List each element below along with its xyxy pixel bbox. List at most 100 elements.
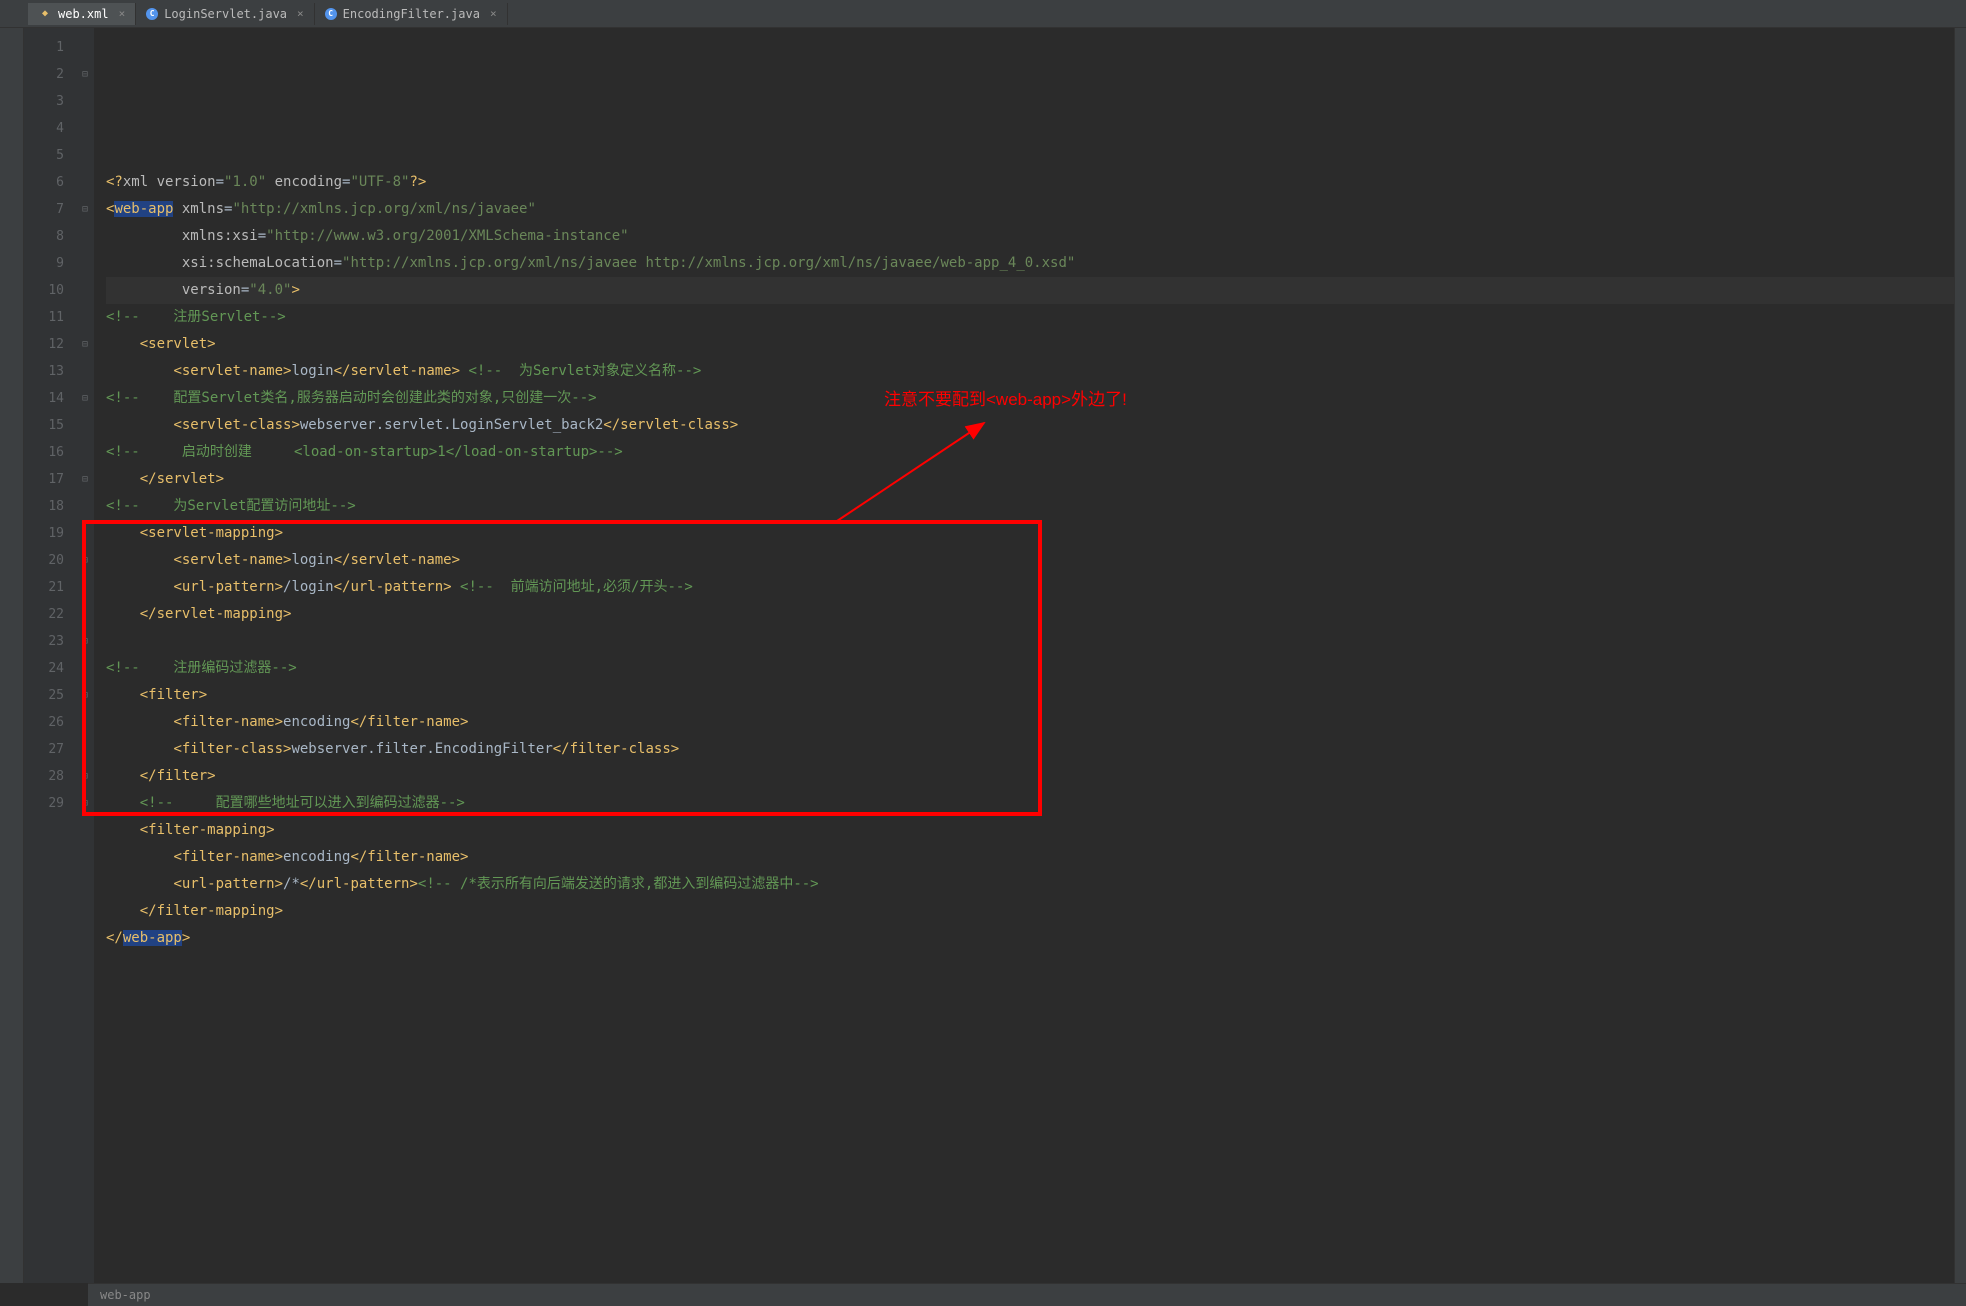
code-line[interactable]: </filter-mapping> [106,898,1954,925]
line-number: 13 [30,358,64,385]
line-number: 19 [30,520,64,547]
close-icon[interactable]: × [297,7,304,20]
fold-icon [76,601,94,628]
code-line[interactable]: xsi:schemaLocation="http://xmlns.jcp.org… [106,250,1954,277]
tab-web-xml[interactable]: ◆web.xml× [28,3,136,25]
line-number: 3 [30,88,64,115]
fold-icon [76,709,94,736]
fold-icon[interactable]: ⊟ [76,682,94,709]
fold-icon[interactable]: ⊟ [76,628,94,655]
code-line[interactable] [106,952,1954,979]
fold-icon[interactable]: ⊟ [76,331,94,358]
code-line[interactable]: <servlet> [106,331,1954,358]
tab-LoginServlet-java[interactable]: CLoginServlet.java× [136,3,314,25]
tab-label: EncodingFilter.java [343,7,480,21]
fold-icon[interactable]: ⊟ [76,790,94,817]
code-line[interactable]: <filter-class>webserver.filter.EncodingF… [106,736,1954,763]
line-numbers: 1234567891011121314151617181920212223242… [24,28,76,1283]
fold-icon [76,223,94,250]
fold-icon[interactable]: ⊟ [76,61,94,88]
java-file-icon: C [325,8,337,20]
code-line[interactable]: <filter-name>encoding</filter-name> [106,709,1954,736]
line-number: 16 [30,439,64,466]
fold-icon [76,412,94,439]
tab-EncodingFilter-java[interactable]: C EncodingFilter.java × [315,3,508,25]
line-number: 5 [30,142,64,169]
fold-icon[interactable]: ⊟ [76,466,94,493]
fold-gutter[interactable]: ⊟⊟⊟⊟⊟⊟⊟⊟⊟⊟ [76,28,94,1283]
code-line[interactable]: <?xml version="1.0" encoding="UTF-8"?> [106,169,1954,196]
code-line[interactable]: <!-- 注册编码过滤器--> [106,655,1954,682]
line-number: 1 [30,34,64,61]
line-number: 10 [30,277,64,304]
line-number: 28 [30,763,64,790]
line-number: 21 [30,574,64,601]
code-line[interactable]: <filter-name>encoding</filter-name> [106,844,1954,871]
fold-icon [76,493,94,520]
code-line[interactable]: <servlet-name>login</servlet-name> <!-- … [106,358,1954,385]
code-line[interactable]: </filter> [106,763,1954,790]
code-line[interactable]: <url-pattern>/*</url-pattern><!-- /*表示所有… [106,871,1954,898]
scrollbar[interactable] [1954,28,1966,1283]
line-number: 25 [30,682,64,709]
close-icon[interactable]: × [119,7,126,20]
code-line[interactable]: version="4.0"> [106,277,1954,304]
line-number: 15 [30,412,64,439]
left-gutter [0,28,24,1283]
code-line[interactable] [106,628,1954,655]
code-line[interactable]: <web-app xmlns="http://xmlns.jcp.org/xml… [106,196,1954,223]
fold-icon [76,358,94,385]
line-number: 7 [30,196,64,223]
line-number: 26 [30,709,64,736]
line-number: 23 [30,628,64,655]
line-number: 20 [30,547,64,574]
code-line[interactable]: </web-app> [106,925,1954,952]
code-line[interactable]: <!-- 配置哪些地址可以进入到编码过滤器--> [106,790,1954,817]
fold-icon [76,520,94,547]
line-number: 24 [30,655,64,682]
code-line[interactable]: <filter> [106,682,1954,709]
line-number: 29 [30,790,64,817]
fold-icon[interactable]: ⊟ [76,547,94,574]
xml-file-icon: ◆ [38,7,52,21]
line-number: 27 [30,736,64,763]
fold-icon [76,250,94,277]
fold-icon [76,115,94,142]
fold-icon [76,88,94,115]
tab-bar: ◆web.xml×CLoginServlet.java× C EncodingFil… [0,0,1966,28]
code-line[interactable]: <!-- 为Servlet配置访问地址--> [106,493,1954,520]
code-line[interactable]: <!-- 启动时创建 <load-on-startup>1</load-on-s… [106,439,1954,466]
code-line[interactable]: <servlet-name>login</servlet-name> [106,547,1954,574]
line-number: 9 [30,250,64,277]
fold-icon [76,736,94,763]
code-line[interactable]: <!-- 注册Servlet--> [106,304,1954,331]
fold-icon[interactable]: ⊟ [76,763,94,790]
code-line[interactable]: <filter-mapping> [106,817,1954,844]
line-number: 12 [30,331,64,358]
line-number: 22 [30,601,64,628]
fold-icon[interactable]: ⊟ [76,196,94,223]
fold-icon [76,574,94,601]
fold-icon [76,304,94,331]
fold-icon [76,277,94,304]
annotation-arrow-icon [824,413,1004,533]
editor-area[interactable]: 1234567891011121314151617181920212223242… [24,28,1966,1283]
line-number: 6 [30,169,64,196]
fold-icon[interactable]: ⊟ [76,385,94,412]
code-area[interactable]: 注意不要配到<web-app>外边了! <?xml version="1.0" … [94,28,1954,1283]
code-line[interactable]: <servlet-class>webserver.servlet.LoginSe… [106,412,1954,439]
fold-icon [76,169,94,196]
fold-icon [76,655,94,682]
close-icon[interactable]: × [490,7,497,20]
code-line[interactable]: <servlet-mapping> [106,520,1954,547]
line-number: 17 [30,466,64,493]
code-line[interactable]: </servlet-mapping> [106,601,1954,628]
line-number: 8 [30,223,64,250]
code-line[interactable]: xmlns:xsi="http://www.w3.org/2001/XMLSch… [106,223,1954,250]
breadcrumb[interactable]: web-app [88,1283,1966,1306]
code-line[interactable]: <url-pattern>/login</url-pattern> <!-- 前… [106,574,1954,601]
code-line[interactable]: </servlet> [106,466,1954,493]
line-number: 2 [30,61,64,88]
line-number: 4 [30,115,64,142]
fold-icon [76,34,94,61]
